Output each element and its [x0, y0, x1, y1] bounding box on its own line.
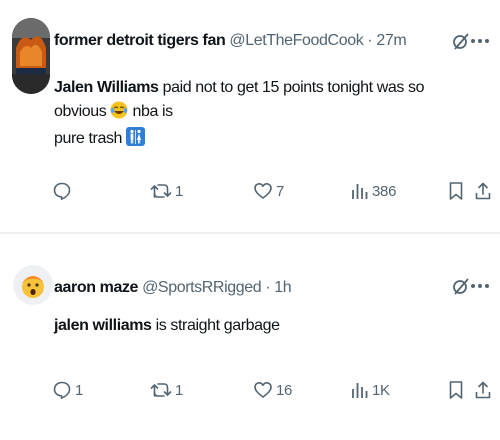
share-button[interactable] [474, 180, 492, 202]
user-handle[interactable]: @SportsRRigged [142, 279, 262, 296]
reply-icon [53, 381, 71, 399]
views-button[interactable]: 386 [351, 180, 396, 202]
user-handle[interactable]: @LetTheFoodCook [229, 32, 363, 49]
separator-dot: · [367, 32, 373, 49]
timestamp[interactable]: 1h [274, 279, 291, 296]
grok-icon[interactable] [452, 277, 470, 295]
retweet-icon [150, 383, 172, 397]
like-button[interactable]: 7 [253, 180, 284, 202]
views-icon [352, 383, 368, 398]
retweet-icon [150, 184, 172, 198]
joy-emoji [110, 101, 128, 127]
tweet-text-line2: pure trash [54, 130, 127, 147]
tweet-text: jalen williams is straight garbage [54, 314, 479, 338]
display-name[interactable]: former detroit tigers fan [54, 32, 226, 49]
bookmark-button[interactable] [448, 379, 464, 401]
reply-count: 1 [75, 381, 84, 399]
reply-button[interactable] [52, 180, 75, 202]
share-icon [475, 182, 491, 200]
tweet-text: Jalen Williams paid not to get 15 points… [54, 76, 479, 154]
timeline-feed: former detroit tigers fan @LetTheFoodCoo… [0, 0, 500, 440]
grok-icon[interactable] [452, 32, 470, 50]
share-button[interactable] [474, 379, 492, 401]
tweet-header: former detroit tigers fan @LetTheFoodCoo… [54, 31, 407, 51]
bookmark-button[interactable] [448, 180, 464, 202]
reply-icon [53, 182, 71, 200]
retweet-button[interactable]: 1 [150, 180, 183, 202]
like-button[interactable]: 16 [253, 379, 292, 401]
views-button[interactable]: 1K [351, 379, 390, 401]
restroom-emoji [126, 127, 146, 154]
tweet-text-line1: is straight garbage [151, 317, 280, 334]
tweet[interactable]: former detroit tigers fan @LetTheFoodCoo… [0, 0, 500, 233]
avatar[interactable] [13, 265, 53, 305]
views-count: 1K [372, 381, 390, 399]
like-icon [254, 183, 272, 199]
bookmark-icon [449, 182, 463, 200]
mention-text: Jalen Williams [54, 79, 159, 96]
mention-text: jalen williams [54, 317, 152, 334]
avatar[interactable] [12, 18, 50, 94]
retweet-button[interactable]: 1 [150, 379, 183, 401]
tweet-header: aaron maze @SportsRRigged · 1h [54, 278, 292, 298]
separator-dot: · [265, 279, 271, 296]
reply-button[interactable]: 1 [52, 379, 83, 401]
retweet-count: 1 [175, 182, 184, 200]
timestamp[interactable]: 27m [376, 32, 406, 49]
like-count: 7 [276, 182, 285, 200]
bookmark-icon [449, 381, 463, 399]
more-icon[interactable] [470, 38, 490, 44]
retweet-count: 1 [175, 381, 184, 399]
display-name[interactable]: aaron maze [54, 279, 138, 296]
share-icon [475, 381, 491, 399]
like-icon [254, 382, 272, 398]
views-icon [352, 184, 368, 199]
like-count: 16 [276, 381, 293, 399]
more-icon[interactable] [470, 283, 490, 289]
tweet-text-after-emoji: nba is [128, 103, 173, 120]
views-count: 386 [372, 182, 397, 200]
